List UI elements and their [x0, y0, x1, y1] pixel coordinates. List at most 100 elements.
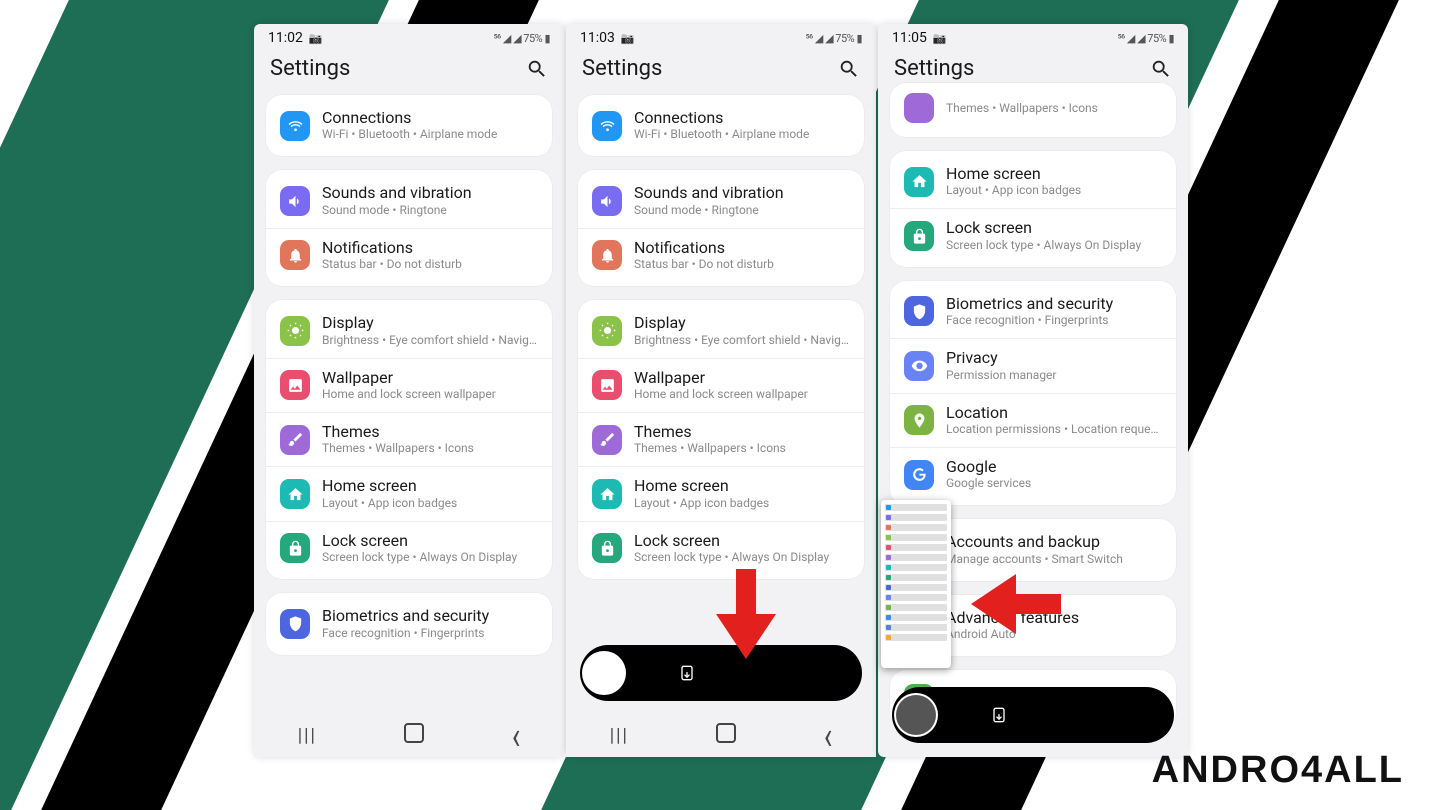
settings-row-title: Biometrics and security: [322, 607, 489, 625]
nav-recents-icon[interactable]: |||: [298, 725, 317, 746]
settings-row-sub: Status bar • Do not disturb: [634, 257, 774, 272]
settings-row-homescreen[interactable]: Home screenLayout • App icon badges: [890, 155, 1176, 208]
settings-row-themes[interactable]: Themes • Wallpapers • Icons: [890, 83, 1176, 133]
settings-row-sub: Layout • App icon badges: [322, 496, 457, 511]
settings-row-lockscreen[interactable]: Lock screenScreen lock type • Always On …: [266, 521, 552, 575]
settings-row-title: Advanced features: [946, 609, 1079, 627]
settings-row-wallpaper[interactable]: WallpaperHome and lock screen wallpaper: [578, 358, 864, 412]
image-icon: [280, 370, 310, 400]
settings-row-title: Display: [634, 314, 850, 332]
home-icon: [592, 479, 622, 509]
shield-icon: [904, 296, 934, 326]
settings-row-privacy[interactable]: PrivacyPermission manager: [890, 338, 1176, 392]
settings-row-biometrics[interactable]: Biometrics and securityFace recognition …: [890, 285, 1176, 338]
phone-screenshot-3: 11:05📷⁵⁶ ◢ ◢ 75% ▮SettingsThemes • Wallp…: [878, 24, 1188, 757]
settings-row-title: Themes: [634, 423, 786, 441]
share-icon[interactable]: [822, 663, 842, 683]
settings-row-connections[interactable]: ConnectionsWi-Fi • Bluetooth • Airplane …: [578, 99, 864, 152]
settings-row-title: Home screen: [946, 165, 1081, 183]
scroll-preview[interactable]: [881, 500, 951, 668]
scroll-capture-icon[interactable]: [989, 705, 1009, 725]
phone-screenshot-2: 11:03📷⁵⁶ ◢ ◢ 75% ▮SettingsConnectionsWi-…: [566, 24, 876, 757]
settings-row-sub: Themes • Wallpapers • Icons: [634, 441, 786, 456]
page-title: Settings: [894, 56, 974, 81]
settings-row-title: Connections: [634, 109, 809, 127]
screenshot-thumbnail[interactable]: [896, 695, 936, 735]
nav-back-icon[interactable]: ‹: [512, 712, 520, 758]
settings-row-sub: Permission manager: [946, 368, 1057, 383]
camera-icon: 📷: [309, 32, 323, 45]
search-icon[interactable]: [526, 58, 548, 80]
settings-row-sounds[interactable]: Sounds and vibrationSound mode • Rington…: [578, 174, 864, 227]
settings-row-sub: Themes • Wallpapers • Icons: [322, 441, 474, 456]
settings-row-title: Sounds and vibration: [322, 184, 472, 202]
settings-row-homescreen[interactable]: Home screenLayout • App icon badges: [578, 466, 864, 520]
status-icons: ⁵⁶ ◢ ◢ 75% ▮: [1118, 32, 1174, 45]
settings-row-title: Wallpaper: [634, 369, 808, 387]
nav-recents-icon[interactable]: |||: [610, 725, 629, 746]
g-icon: [904, 460, 934, 490]
settings-row-sounds[interactable]: Sounds and vibrationSound mode • Rington…: [266, 174, 552, 227]
status-bar: 11:03📷⁵⁶ ◢ ◢ 75% ▮: [566, 24, 876, 48]
settings-row-title: Privacy: [946, 349, 1057, 367]
crop-icon[interactable]: [1061, 705, 1081, 725]
settings-row-sub: Android Auto: [946, 627, 1079, 642]
settings-row-sub: Manage accounts • Smart Switch: [946, 552, 1123, 567]
settings-row-sub: Home and lock screen wallpaper: [634, 387, 808, 402]
settings-row-biometrics[interactable]: Biometrics and securityFace recognition …: [266, 597, 552, 650]
nav-home-icon[interactable]: [716, 723, 736, 748]
settings-row-title: Wallpaper: [322, 369, 496, 387]
settings-row-location[interactable]: LocationLocation permissions • Location …: [890, 393, 1176, 447]
image-icon: [592, 370, 622, 400]
search-icon[interactable]: [838, 58, 860, 80]
settings-row-title: Lock screen: [634, 532, 829, 550]
nav-back-icon[interactable]: ‹: [824, 712, 832, 758]
settings-row-notifications[interactable]: NotificationsStatus bar • Do not disturb: [578, 228, 864, 282]
screenshot-thumbnail[interactable]: [584, 653, 624, 693]
settings-row-title: Lock screen: [322, 532, 517, 550]
settings-row-lockscreen[interactable]: Lock screenScreen lock type • Always On …: [890, 208, 1176, 262]
settings-row-display[interactable]: DisplayBrightness • Eye comfort shield •…: [578, 304, 864, 357]
settings-row-lockscreen[interactable]: Lock screenScreen lock type • Always On …: [578, 521, 864, 575]
screenshot-toolbar: [580, 645, 862, 701]
scroll-capture-icon[interactable]: [677, 663, 697, 683]
settings-row-sub: Screen lock type • Always On Display: [946, 238, 1141, 253]
settings-row-google[interactable]: GoogleGoogle services: [890, 447, 1176, 501]
eye-icon: [904, 351, 934, 381]
page-title: Settings: [270, 56, 350, 81]
wifi-icon: [592, 111, 622, 141]
settings-row-sub: Status bar • Do not disturb: [322, 257, 462, 272]
settings-row-themes[interactable]: ThemesThemes • Wallpapers • Icons: [266, 412, 552, 466]
screenshot-toolbar: [892, 687, 1174, 743]
settings-row-notifications[interactable]: NotificationsStatus bar • Do not disturb: [266, 228, 552, 282]
phone-screenshot-1: 11:02 📷 ⁵⁶ ◢ ◢ 75% ▮ Settings ConnectionsWi-…: [254, 24, 564, 757]
brush-icon: [592, 425, 622, 455]
shield-icon: [280, 609, 310, 639]
settings-row-wallpaper[interactable]: WallpaperHome and lock screen wallpaper: [266, 358, 552, 412]
settings-row-homescreen[interactable]: Home screenLayout • App icon badges: [266, 466, 552, 520]
settings-row-sub: Layout • App icon badges: [634, 496, 769, 511]
bell-icon: [280, 240, 310, 270]
settings-row-sub: Screen lock type • Always On Display: [322, 550, 517, 565]
crop-icon[interactable]: [749, 663, 769, 683]
search-icon[interactable]: [1150, 58, 1172, 80]
settings-row-sub: Wi-Fi • Bluetooth • Airplane mode: [634, 127, 809, 142]
lock-icon: [280, 533, 310, 563]
settings-row-title: Location: [946, 404, 1162, 422]
settings-row-title: Sounds and vibration: [634, 184, 784, 202]
settings-row-connections[interactable]: ConnectionsWi-Fi • Bluetooth • Airplane …: [266, 99, 552, 152]
sound-icon: [280, 186, 310, 216]
settings-row-display[interactable]: DisplayBrightness • Eye comfort shield •…: [266, 304, 552, 357]
sun-icon: [280, 316, 310, 346]
share-icon[interactable]: [1134, 705, 1154, 725]
status-icons: ⁵⁶ ◢ ◢ 75% ▮: [494, 32, 550, 45]
settings-row-title: Home screen: [322, 477, 457, 495]
settings-row-themes[interactable]: ThemesThemes • Wallpapers • Icons: [578, 412, 864, 466]
nav-home-icon[interactable]: [404, 723, 424, 748]
brush-icon: [904, 93, 934, 123]
settings-row-title: Connections: [322, 109, 497, 127]
wifi-icon: [280, 111, 310, 141]
clock: 11:02: [268, 30, 303, 46]
settings-row-sub: Brightness • Eye comfort shield • Naviga…: [322, 333, 538, 348]
settings-row-sub: Layout • App icon badges: [946, 183, 1081, 198]
